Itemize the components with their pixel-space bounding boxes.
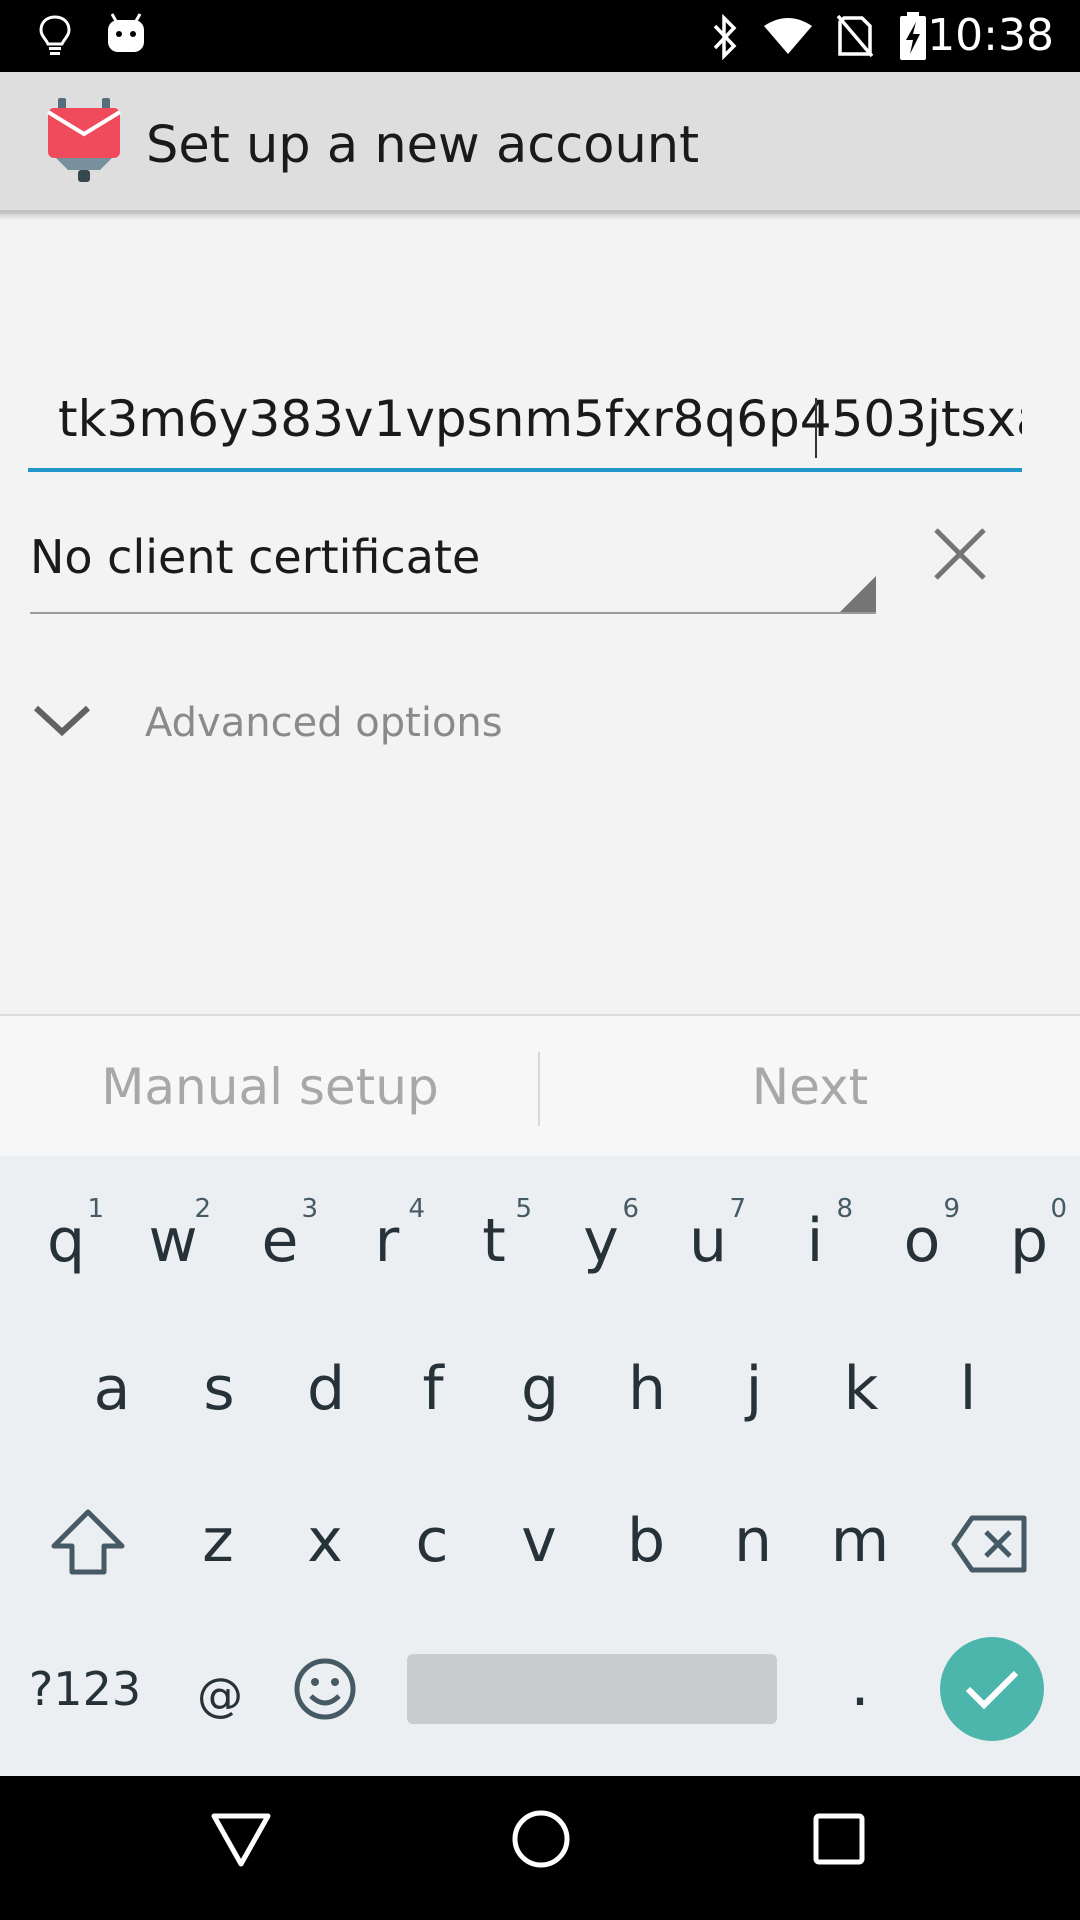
key-hint: 5 xyxy=(515,1194,532,1224)
k9-mail-logo xyxy=(46,98,122,182)
bottom-button-bar: Manual setup Next xyxy=(0,1014,1080,1156)
key-f[interactable]: f xyxy=(383,1344,483,1434)
text-cursor xyxy=(815,398,817,458)
key-h[interactable]: h xyxy=(597,1344,697,1434)
key-w[interactable]: w2 xyxy=(123,1194,223,1286)
key-i[interactable]: i8 xyxy=(765,1194,865,1286)
chevron-down-icon xyxy=(33,705,91,737)
key-v[interactable]: v xyxy=(489,1496,589,1586)
key-label: t xyxy=(482,1206,506,1276)
key-label: i xyxy=(806,1206,824,1276)
key-p[interactable]: p0 xyxy=(979,1194,1079,1286)
key-l[interactable]: l xyxy=(918,1344,1018,1434)
advanced-options-label: Advanced options xyxy=(145,700,503,746)
key-k[interactable]: k xyxy=(811,1344,911,1434)
key-a[interactable]: a xyxy=(62,1344,162,1434)
key-label: y xyxy=(583,1206,619,1276)
back-icon[interactable] xyxy=(210,1808,272,1870)
key-q[interactable]: q1 xyxy=(16,1194,116,1286)
client-certificate-select[interactable]: No client certificate xyxy=(30,520,876,614)
key-g[interactable]: g xyxy=(490,1344,590,1434)
key-hint: 9 xyxy=(943,1194,960,1224)
recents-icon[interactable] xyxy=(812,1812,866,1866)
android-debug-icon xyxy=(108,13,144,52)
key-d[interactable]: d xyxy=(276,1344,376,1434)
key-s[interactable]: s xyxy=(169,1344,269,1434)
emoji-key-icon[interactable] xyxy=(292,1656,358,1722)
key-c[interactable]: c xyxy=(382,1496,482,1586)
key-y[interactable]: y6 xyxy=(551,1194,651,1286)
key-hint: 6 xyxy=(622,1194,639,1224)
checkmark-icon xyxy=(965,1670,1019,1710)
key-label: p xyxy=(1009,1206,1049,1276)
key-hint: 1 xyxy=(87,1194,104,1224)
key-r[interactable]: r4 xyxy=(337,1194,437,1286)
dropdown-arrow-icon xyxy=(840,576,876,612)
key-label: r xyxy=(374,1206,400,1276)
period-key[interactable]: . xyxy=(820,1650,900,1720)
navigation-bar xyxy=(0,1776,1080,1920)
lightbulb-icon xyxy=(39,15,71,55)
home-icon[interactable] xyxy=(510,1808,572,1870)
client-certificate-label: No client certificate xyxy=(30,530,481,584)
key-e[interactable]: e3 xyxy=(230,1194,330,1286)
key-o[interactable]: o9 xyxy=(872,1194,972,1286)
page-title: Set up a new account xyxy=(146,116,700,175)
key-label: q xyxy=(46,1206,86,1276)
key-x[interactable]: x xyxy=(275,1496,375,1586)
next-button[interactable]: Next xyxy=(540,1016,1080,1158)
key-z[interactable]: z xyxy=(168,1496,268,1586)
action-bar-shadow xyxy=(0,210,1080,220)
key-hint: 4 xyxy=(408,1194,425,1224)
key-label: e xyxy=(261,1206,299,1276)
key-label: o xyxy=(903,1206,941,1276)
clear-certificate-close-icon[interactable] xyxy=(930,524,990,584)
key-hint: 0 xyxy=(1050,1194,1067,1224)
key-hint: 3 xyxy=(301,1194,318,1224)
symbols-key[interactable]: ?123 xyxy=(20,1654,150,1724)
shift-key-icon[interactable] xyxy=(48,1508,128,1578)
space-key[interactable] xyxy=(407,1654,777,1724)
key-t[interactable]: t5 xyxy=(444,1194,544,1286)
no-sim-icon xyxy=(836,14,874,58)
email-field-value: tk3m6y383v1vpsnm5fxr8q6p4503jtsxa2 xyxy=(58,390,1022,448)
email-field[interactable]: tk3m6y383v1vpsnm5fxr8q6p4503jtsxa2 xyxy=(28,390,1022,472)
advanced-options-toggle[interactable]: Advanced options xyxy=(30,690,630,760)
key-hint: 2 xyxy=(194,1194,211,1224)
key-m[interactable]: m xyxy=(810,1496,910,1586)
key-label: u xyxy=(688,1206,728,1276)
manual-setup-button[interactable]: Manual setup xyxy=(0,1016,540,1158)
backspace-key-icon[interactable] xyxy=(950,1514,1030,1574)
key-n[interactable]: n xyxy=(703,1496,803,1586)
key-j[interactable]: j xyxy=(704,1344,804,1434)
at-key[interactable]: @ xyxy=(180,1660,260,1730)
wifi-icon xyxy=(764,18,812,54)
status-bar: 10:38 xyxy=(0,0,1080,72)
key-b[interactable]: b xyxy=(596,1496,696,1586)
battery-charging-icon xyxy=(900,12,926,60)
action-bar: Set up a new account xyxy=(0,72,1080,214)
key-hint: 8 xyxy=(836,1194,853,1224)
enter-done-key[interactable] xyxy=(940,1637,1044,1741)
key-label: w xyxy=(148,1206,198,1276)
key-hint: 7 xyxy=(729,1194,746,1224)
status-time: 10:38 xyxy=(927,10,1054,61)
bluetooth-icon xyxy=(713,14,737,60)
key-u[interactable]: u7 xyxy=(658,1194,758,1286)
